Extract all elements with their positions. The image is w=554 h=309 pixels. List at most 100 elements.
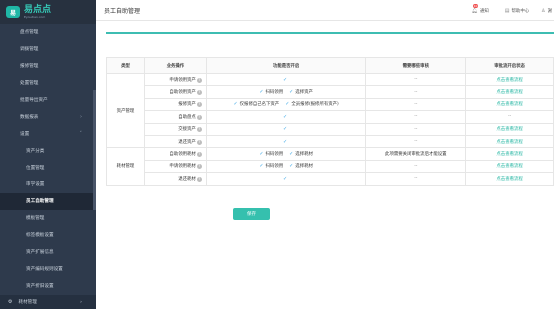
- audit-cell: --: [365, 110, 467, 124]
- sidebar-item[interactable]: 员工自助管理: [0, 192, 96, 210]
- feature-checkbox[interactable]: ✓: [283, 77, 289, 83]
- table-row: 自助领用资产? ✓ 扫码领用 ✓ 选择资产 -- 点击查看流程: [107, 85, 554, 99]
- notification-badge: 10: [472, 3, 479, 8]
- sidebar-item-label: 资产扩展信息: [26, 250, 54, 256]
- view-flow-link[interactable]: 点击查看流程: [465, 147, 554, 161]
- chevron-icon: ›: [80, 113, 82, 120]
- help-icon[interactable]: ?: [196, 77, 202, 83]
- checkbox-label: 仅报修自己名下资产: [239, 102, 280, 108]
- table-row: 交接资产? ✓ -- 点击查看流程: [107, 122, 554, 136]
- column-header: 类型: [106, 57, 145, 74]
- table-row: 资产管理 申请领用资产? ✓ -- 点击查看流程: [106, 72, 554, 149]
- view-flow-link[interactable]: 点击查看流程: [465, 172, 554, 186]
- feature-toggle-cell: ✓ 扫码领用 ✓ 选择耗材: [205, 147, 367, 161]
- checkmark-icon: ✓: [289, 163, 294, 170]
- help-icon[interactable]: ?: [196, 114, 202, 120]
- checkmark-icon: ✓: [283, 76, 288, 83]
- sidebar-item[interactable]: 数据报表 ›: [0, 108, 96, 125]
- user-icon: ♙: [541, 7, 546, 14]
- feature-checkbox[interactable]: ✓ 全员报修(报修所有资产): [285, 101, 339, 107]
- sidebar-item[interactable]: 模板管理: [0, 210, 96, 227]
- operation-label: 退还耗材: [178, 176, 196, 182]
- save-button[interactable]: 保存: [233, 208, 270, 220]
- sidebar-item-label: 资产编码规则设置: [26, 266, 63, 272]
- user-menu[interactable]: ♙ 謝: [541, 8, 552, 14]
- audit-cell: --: [365, 172, 467, 186]
- notification-button[interactable]: 🔔︎ 10 通知: [472, 3, 489, 14]
- sidebar-item[interactable]: 资产分类: [0, 142, 96, 159]
- feature-checkbox[interactable]: ✓ 选择资产: [289, 89, 313, 95]
- sidebar-item[interactable]: 审学设置: [0, 176, 96, 193]
- feature-toggle-cell: ✓ 扫码领用 ✓ 选择资产: [205, 85, 367, 99]
- accent-divider: [106, 32, 554, 34]
- operation-cell: 报修资产?: [143, 97, 207, 112]
- feature-checkbox[interactable]: ✓: [283, 114, 289, 120]
- feature-toggle-cell: ✓: [205, 110, 367, 124]
- type-cell: 耗材管理: [106, 147, 145, 186]
- checkbox-label: 选择资产: [295, 90, 313, 96]
- sidebar-item[interactable]: 报修管理: [0, 58, 96, 75]
- checkmark-icon: ✓: [289, 89, 294, 96]
- gear-icon: ⚙: [8, 299, 13, 305]
- view-flow-link[interactable]: 点击查看流程: [465, 85, 554, 99]
- operation-label: 自助领用资产: [169, 90, 196, 96]
- feature-toggle-cell: ✓: [205, 134, 367, 149]
- checkmark-icon: ✓: [283, 175, 288, 182]
- help-icon[interactable]: ?: [196, 164, 202, 170]
- feature-checkbox[interactable]: ✓ 扫码领用: [259, 163, 283, 169]
- feature-checkbox[interactable]: ✓ 选择耗材: [289, 151, 313, 157]
- top-header: 员工自助管理 🔔︎ 10 通知 ▤ 帮助中心 ♙ 謝: [96, 0, 554, 21]
- operation-label: 交接资产: [178, 127, 196, 133]
- operation-cell: 申请领用资产?: [143, 72, 207, 87]
- sidebar-item[interactable]: 设置 ˅: [0, 125, 96, 142]
- sidebar-item[interactable]: 处置管理: [0, 75, 96, 92]
- sidebar-item[interactable]: 资产编码规则设置: [0, 260, 96, 277]
- feature-checkbox[interactable]: ✓ 仅报修自己名下资产: [233, 101, 279, 107]
- help-icon[interactable]: ?: [196, 102, 202, 108]
- help-icon[interactable]: ?: [196, 152, 202, 158]
- sidebar-item[interactable]: 调拨管理: [0, 41, 96, 58]
- view-flow-link[interactable]: 点击查看流程: [465, 159, 554, 174]
- feature-toggle-cell: ✓: [205, 122, 367, 136]
- sidebar-item[interactable]: 批量导出资产: [0, 92, 96, 109]
- help-icon[interactable]: ?: [196, 176, 202, 182]
- sidebar-item[interactable]: 标签模板设置: [0, 227, 96, 244]
- operation-label: 退还资产: [178, 139, 196, 145]
- operation-label: 申请领用资产: [169, 77, 196, 83]
- operation-label: 报修资产: [178, 102, 196, 108]
- logo-subtitle: Eyoudian.com: [24, 14, 46, 19]
- checkbox-label: 全员报修(报修所有资产): [291, 102, 339, 108]
- table-header-row: 类型 业务操作 功能是否开启 需要哪些审核 审批流开启状态: [106, 57, 554, 74]
- table-row: 退还资产? ✓ -- 点击查看流程: [107, 134, 554, 149]
- table-row: 申请领用耗材? ✓ 扫码领用 ✓ 选择耗材 -- 点击查看流程: [107, 159, 554, 174]
- sidebar-item[interactable]: 资产折旧设置: [0, 277, 96, 294]
- feature-checkbox[interactable]: ✓: [283, 176, 289, 182]
- checkbox-label: 扫码领用: [265, 164, 284, 170]
- user-name: 謝: [547, 8, 552, 14]
- column-header: 业务操作: [143, 57, 207, 74]
- audit-cell: --: [365, 97, 467, 112]
- feature-checkbox[interactable]: ✓ 扫码领用: [259, 151, 283, 157]
- sidebar-item[interactable]: 资产扩展信息: [0, 244, 96, 261]
- feature-checkbox[interactable]: ✓ 扫码领用: [259, 89, 283, 95]
- sidebar-item[interactable]: 盘点管理: [0, 24, 96, 41]
- help-icon[interactable]: ?: [196, 90, 202, 96]
- sidebar-item[interactable]: 位置管理: [0, 159, 96, 176]
- feature-checkbox[interactable]: ✓: [283, 139, 289, 145]
- view-flow-link[interactable]: 点击查看流程: [465, 122, 554, 136]
- feature-checkbox[interactable]: ✓: [283, 126, 289, 132]
- checkmark-icon: ✓: [289, 151, 294, 158]
- feature-toggle-cell: ✓ 扫码领用 ✓ 选择耗材: [205, 159, 367, 174]
- help-center-link[interactable]: ▤ 帮助中心: [505, 8, 529, 14]
- sidebar-item-consumables[interactable]: ⚙ 耗材管理 ›: [0, 295, 96, 309]
- view-flow-link[interactable]: 点击查看流程: [465, 134, 554, 149]
- help-icon[interactable]: ?: [196, 139, 202, 145]
- logo[interactable]: 易 易点点 Eyoudian.com: [0, 0, 96, 24]
- sidebar-item-label: 员工自助管理: [26, 199, 54, 205]
- help-icon[interactable]: ?: [196, 127, 202, 133]
- feature-checkbox[interactable]: ✓ 选择耗材: [289, 163, 313, 169]
- operation-label: 自助盘点: [178, 114, 196, 120]
- view-flow-link[interactable]: 点击查看流程: [465, 72, 554, 87]
- view-flow-link[interactable]: 点击查看流程: [465, 97, 554, 112]
- column-header: 功能是否开启: [205, 57, 367, 74]
